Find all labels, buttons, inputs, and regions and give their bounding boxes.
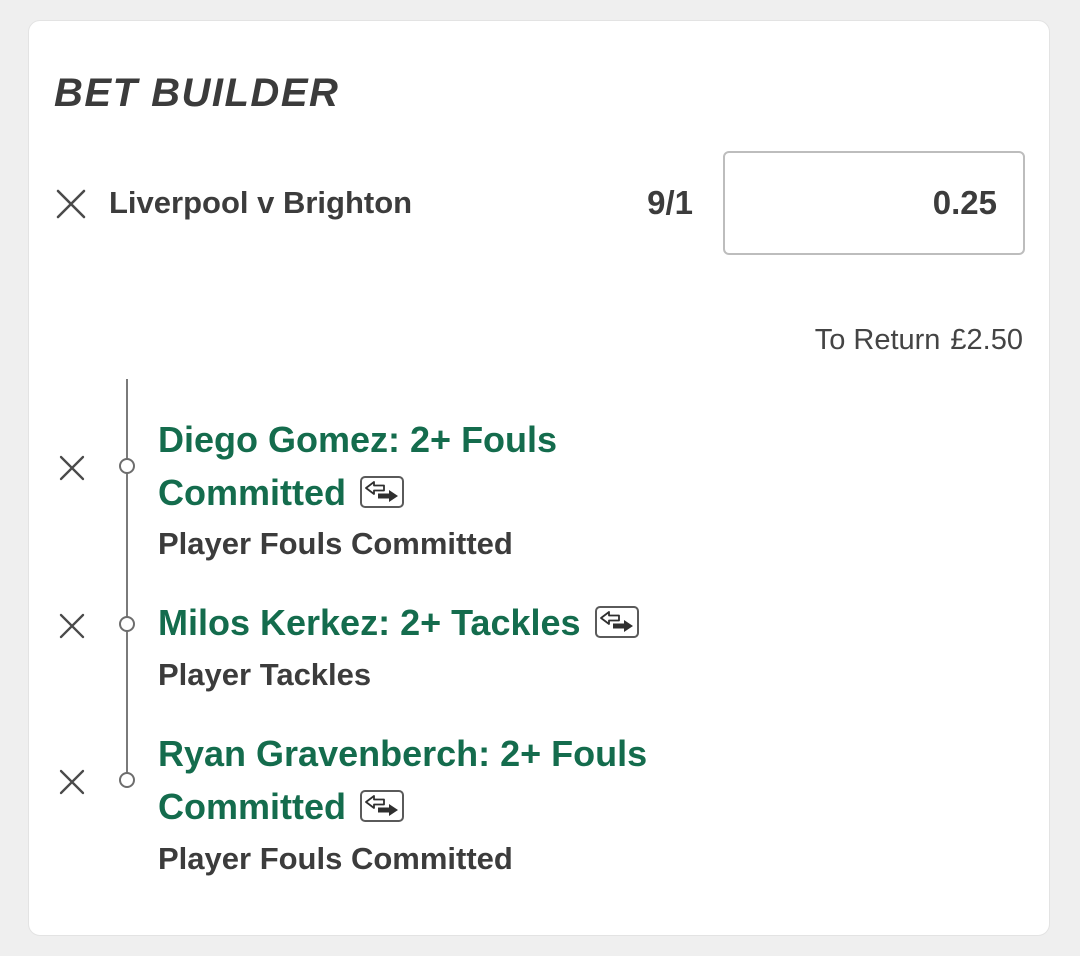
swap-selection-button[interactable] — [360, 476, 404, 509]
swap-arrows-icon — [360, 476, 404, 509]
to-return-label: To Return — [814, 324, 941, 356]
selection-title: Diego Gomez: 2+ Fouls Committed — [158, 413, 718, 519]
selection-market: Player Fouls Committed — [158, 841, 513, 876]
remove-selection-button[interactable] — [57, 453, 91, 487]
remove-selection-button[interactable] — [57, 611, 91, 645]
bet-builder-card: BET BUILDER Liverpool v Brighton 9/1 To … — [28, 20, 1050, 936]
selection-market: Player Tackles — [158, 657, 372, 692]
swap-selection-button[interactable] — [594, 606, 639, 639]
event-name: Liverpool v Brighton — [109, 185, 413, 220]
timeline-node — [119, 616, 135, 632]
remove-event-button[interactable] — [54, 187, 88, 221]
bet-builder-title: BET BUILDER — [54, 71, 340, 115]
selection-title: Ryan Gravenberch: 2+ Fouls Committed — [158, 727, 718, 833]
to-return-value: £2.50 — [950, 324, 1023, 356]
stake-input[interactable] — [723, 151, 1025, 255]
bet-odds: 9/1 — [647, 184, 693, 221]
close-icon — [59, 455, 85, 481]
close-icon — [56, 189, 86, 219]
timeline-node — [119, 772, 135, 788]
timeline-node — [119, 458, 135, 474]
selection-title-text: Diego Gomez: 2+ Fouls Committed — [158, 419, 558, 513]
swap-arrows-icon — [360, 790, 404, 823]
selection-title: Milos Kerkez: 2+ Tackles — [158, 596, 718, 649]
swap-arrows-icon — [594, 606, 639, 639]
close-icon — [59, 613, 85, 639]
to-return: To Return £2.50 — [815, 323, 1023, 357]
close-icon — [59, 769, 85, 795]
swap-selection-button[interactable] — [360, 790, 404, 823]
selection-market: Player Fouls Committed — [158, 526, 513, 561]
remove-selection-button[interactable] — [57, 767, 91, 801]
selection-title-text: Milos Kerkez: 2+ Tackles — [158, 602, 581, 643]
selection-timeline — [126, 379, 128, 781]
